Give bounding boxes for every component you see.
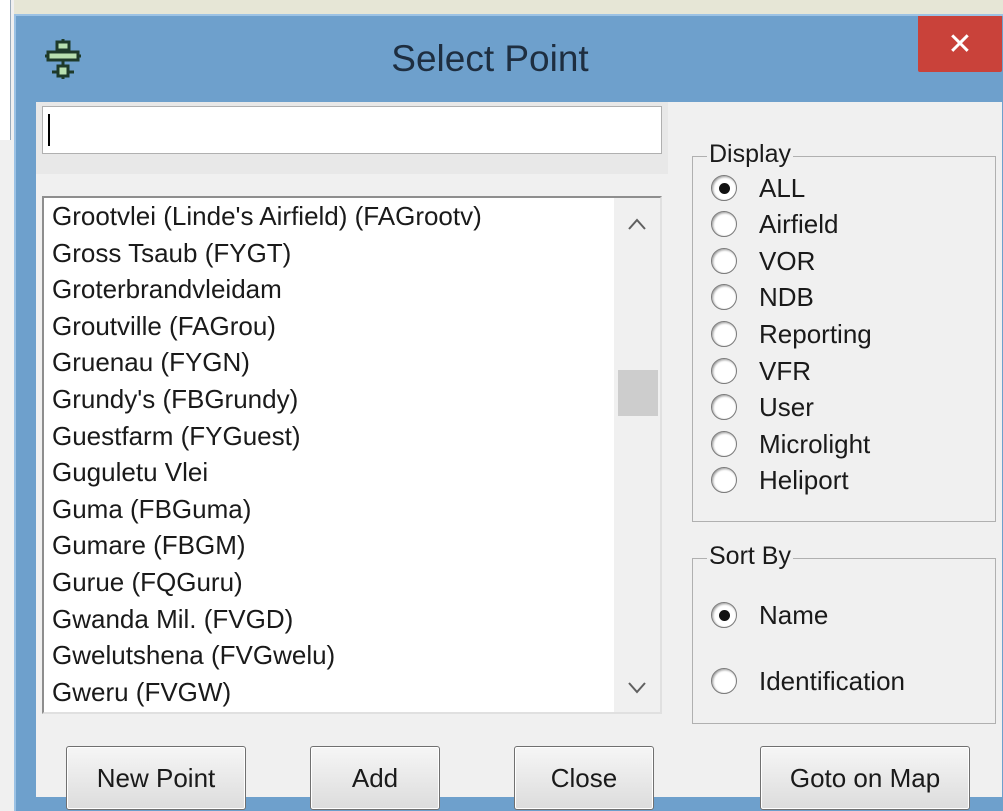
close-window-button[interactable]: ✕ xyxy=(918,16,1002,72)
radio-display-user[interactable]: User xyxy=(711,389,814,425)
radio-button[interactable] xyxy=(711,248,737,274)
list-scrollbar[interactable] xyxy=(614,198,660,712)
radio-label: ALL xyxy=(759,172,806,203)
radio-label: Airfield xyxy=(759,208,839,239)
add-button[interactable]: Add xyxy=(310,746,440,810)
goto-on-map-button[interactable]: Goto on Map xyxy=(760,746,970,810)
scroll-up-arrow-icon[interactable] xyxy=(614,206,660,242)
radio-label: Reporting xyxy=(759,318,872,349)
radio-label: Microlight xyxy=(759,428,871,459)
radio-display-ndb[interactable]: NDB xyxy=(711,279,814,315)
search-input[interactable] xyxy=(42,106,662,154)
dialog-client-area: Grootvlei (Linde's Airfield) (FAGrootv) … xyxy=(36,102,1002,810)
radio-display-reporting[interactable]: Reporting xyxy=(711,316,872,352)
close-icon: ✕ xyxy=(947,27,973,61)
new-point-button[interactable]: New Point xyxy=(66,746,246,810)
title-bar[interactable]: Select Point ✕ xyxy=(16,16,1003,102)
close-button[interactable]: Close xyxy=(514,746,654,810)
radio-display-airfield[interactable]: Airfield xyxy=(711,206,838,242)
sort-by-group: Sort By Name Identification xyxy=(692,542,996,724)
list-item[interactable]: Guguletu Vlei xyxy=(44,454,614,491)
radio-label: Name xyxy=(759,599,829,630)
radio-label: User xyxy=(759,391,814,422)
list-item[interactable]: Gumare (FBGM) xyxy=(44,527,614,564)
background-window-panel xyxy=(0,0,11,140)
list-item[interactable]: Gwelutshena (FVGwelu) xyxy=(44,637,614,674)
points-listbox[interactable]: Grootvlei (Linde's Airfield) (FAGrootv) … xyxy=(42,196,662,714)
radio-label: VFR xyxy=(759,355,811,386)
sort-group-label: Sort By xyxy=(707,542,793,571)
list-item[interactable]: Groutville (FAGrou) xyxy=(44,308,614,345)
display-filter-group: Display ALL Airfield VOR NDB Reporting V… xyxy=(692,140,996,522)
radio-label: Heliport xyxy=(759,464,849,495)
search-area xyxy=(36,102,668,174)
background-window xyxy=(0,0,14,811)
radio-display-heliport[interactable]: Heliport xyxy=(711,462,849,498)
scroll-thumb[interactable] xyxy=(618,370,658,416)
list-item[interactable]: Grootvlei (Linde's Airfield) (FAGrootv) xyxy=(44,198,614,235)
list-item[interactable]: Gurue (FQGuru) xyxy=(44,564,614,601)
radio-sort-name[interactable]: Name xyxy=(711,597,828,633)
dialog-title: Select Point xyxy=(391,38,589,79)
radio-display-vfr[interactable]: VFR xyxy=(711,353,811,389)
radio-display-vor[interactable]: VOR xyxy=(711,243,815,279)
radio-button[interactable] xyxy=(711,467,737,493)
radio-display-microlight[interactable]: Microlight xyxy=(711,426,870,462)
list-item[interactable]: Gweru (FVGW) xyxy=(44,674,614,711)
select-point-dialog: Select Point ✕ Grootvlei (Linde's Airfie… xyxy=(14,14,1003,811)
radio-button[interactable] xyxy=(711,211,737,237)
list-item[interactable]: Groterbrandvleidam xyxy=(44,271,614,308)
radio-label: NDB xyxy=(759,281,814,312)
list-item[interactable]: Guestfarm (FYGuest) xyxy=(44,418,614,455)
list-item[interactable]: Gwanda Mil. (FVGD) xyxy=(44,601,614,638)
display-group-label: Display xyxy=(707,140,793,169)
radio-button-checked[interactable] xyxy=(711,602,737,628)
points-list: Grootvlei (Linde's Airfield) (FAGrootv) … xyxy=(44,198,614,710)
radio-button[interactable] xyxy=(711,321,737,347)
radio-button[interactable] xyxy=(711,431,737,457)
scroll-down-arrow-icon[interactable] xyxy=(614,670,660,706)
list-item[interactable]: Grundy's (FBGrundy) xyxy=(44,381,614,418)
background-window-strip xyxy=(0,0,1003,14)
radio-display-all[interactable]: ALL xyxy=(711,170,805,206)
text-caret xyxy=(48,114,50,146)
radio-sort-identification[interactable]: Identification xyxy=(711,663,905,699)
radio-button[interactable] xyxy=(711,394,737,420)
list-item[interactable]: Gruenau (FYGN) xyxy=(44,344,614,381)
radio-label: VOR xyxy=(759,245,816,276)
radio-button[interactable] xyxy=(711,284,737,310)
radio-button-checked[interactable] xyxy=(711,175,737,201)
radio-button[interactable] xyxy=(711,668,737,694)
radio-label: Identification xyxy=(759,665,905,696)
list-item[interactable]: Guma (FBGuma) xyxy=(44,491,614,528)
radio-button[interactable] xyxy=(711,358,737,384)
list-item[interactable]: Gross Tsaub (FYGT) xyxy=(44,235,614,272)
